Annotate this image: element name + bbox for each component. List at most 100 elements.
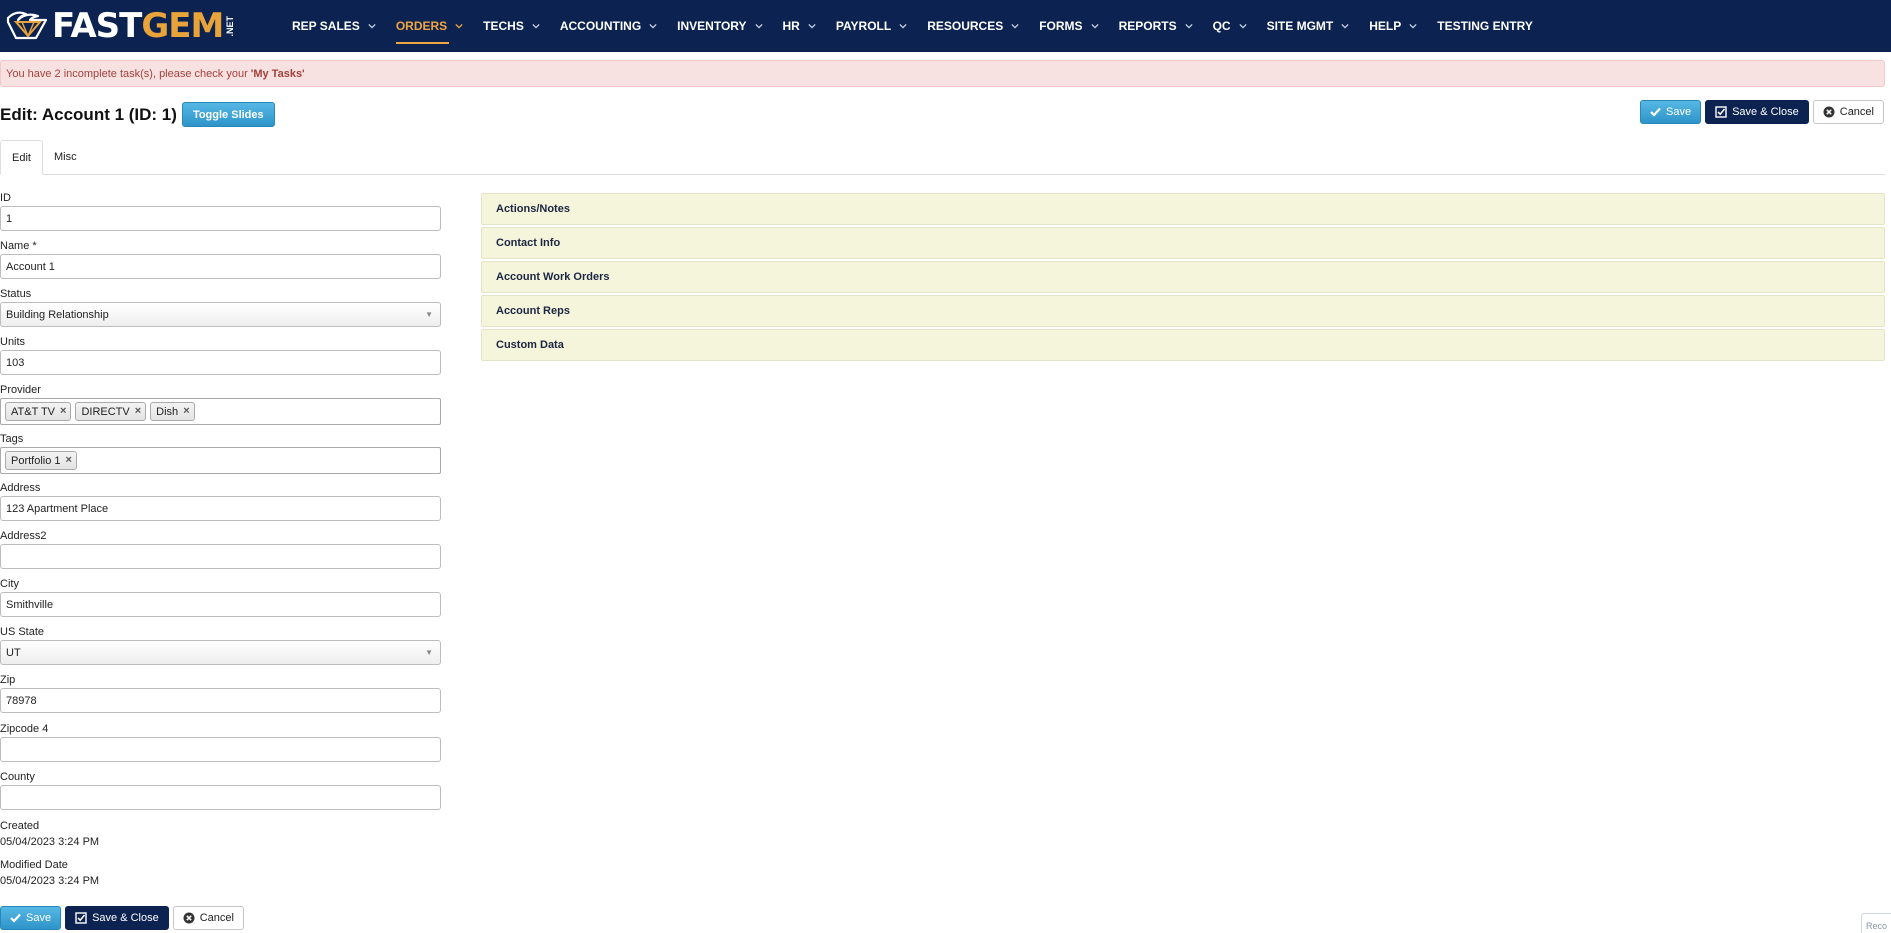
id-input[interactable]: 1 [0, 206, 441, 231]
cancel-circle-icon [183, 912, 195, 924]
nav-item-label: PAYROLL [835, 19, 892, 33]
zip4-input[interactable] [0, 737, 441, 762]
state-value: UT [6, 646, 21, 659]
chevron-down-icon [368, 23, 376, 29]
nav-item-label: RESOURCES [927, 19, 1004, 33]
title-row: Edit: Account 1 (ID: 1) Toggle Slides [0, 102, 275, 127]
detail-panels: Actions/Notes Contact Info Account Work … [481, 193, 1885, 363]
tag-chip: AT&T TV × [5, 402, 72, 421]
nav-item-site-mgmt[interactable]: SITE MGMT [1267, 0, 1350, 52]
bottom-actions: Save Save & Close Cancel [0, 906, 244, 930]
tag-chip-label: AT&T TV [11, 405, 56, 418]
nav-item-forms[interactable]: FORMS [1039, 0, 1099, 52]
tab-misc[interactable]: Misc [43, 139, 88, 174]
status-field-group: Status Building Relationship ▼ [0, 286, 441, 327]
city-label: City [0, 578, 19, 590]
tag-chip: DIRECTV × [75, 402, 147, 421]
nav-item-inventory[interactable]: INVENTORY [677, 0, 763, 52]
tag-chip-label: Dish [156, 405, 179, 418]
chevron-down-icon [808, 23, 816, 29]
cancel-label: Cancel [1839, 106, 1874, 118]
cancel-button-bottom[interactable]: Cancel [172, 906, 244, 930]
tag-chip-label: DIRECTV [81, 405, 130, 418]
chevron-down-icon [754, 23, 763, 29]
account-form: ID 1 Name * Account 1 Status Building Re… [0, 190, 441, 889]
nav-item-label: QC [1212, 19, 1231, 33]
county-field-group: County [0, 769, 441, 810]
status-value: Building Relationship [6, 308, 109, 321]
cancel-button-top[interactable]: Cancel [1812, 100, 1884, 124]
fastgem-logo[interactable]: FASTGEM .NET [0, 0, 262, 52]
county-input[interactable] [0, 785, 441, 810]
check-icon [1650, 107, 1661, 117]
flaming-gem-icon [6, 11, 48, 40]
my-tasks-link[interactable]: 'My Tasks' [251, 68, 305, 80]
nav-item-reports[interactable]: REPORTS [1119, 0, 1193, 52]
nav-item-label: REP SALES [292, 19, 360, 33]
panel-custom-data[interactable]: Custom Data [481, 329, 1885, 361]
units-input[interactable]: 103 [0, 350, 441, 375]
city-field-group: City Smithville [0, 576, 441, 617]
chevron-down-icon [1011, 23, 1019, 29]
id-field-group: ID 1 [0, 190, 441, 231]
created-field-group: Created 05/04/2023 3:24 PM [0, 818, 441, 850]
address-field-group: Address 123 Apartment Place [0, 480, 441, 521]
remove-tag-icon[interactable]: × [60, 406, 66, 417]
nav-item-hr[interactable]: HR [783, 0, 816, 52]
city-input[interactable]: Smithville [0, 592, 441, 617]
nav-item-label: INVENTORY [677, 19, 747, 33]
nav-item-accounting[interactable]: ACCOUNTING [560, 0, 657, 52]
address-input[interactable]: 123 Apartment Place [0, 496, 441, 521]
nav-item-help[interactable]: HELP [1369, 0, 1417, 52]
panel-contact-info[interactable]: Contact Info [481, 227, 1885, 259]
state-field-group: US State UT ▼ [0, 624, 441, 665]
chevron-down-icon [1409, 23, 1417, 29]
nav-item-resources[interactable]: RESOURCES [927, 0, 1019, 52]
nav-item-rep-sales[interactable]: REP SALES [292, 0, 376, 52]
nav-item-payroll[interactable]: PAYROLL [836, 0, 907, 52]
name-input[interactable]: Account 1 [0, 254, 441, 279]
chevron-down-icon [1238, 23, 1247, 29]
remove-tag-icon[interactable]: × [183, 406, 189, 417]
checkbox-checked-icon [1715, 106, 1727, 118]
recaptcha-badge[interactable]: Reco [1861, 913, 1891, 933]
nav-item-testing-entry[interactable]: TESTING ENTRY [1437, 0, 1533, 52]
nav-item-label: ORDERS [395, 19, 448, 33]
save-close-button-bottom[interactable]: Save & Close [65, 906, 169, 930]
provider-multiselect[interactable]: AT&T TV × DIRECTV × Dish × [0, 398, 441, 425]
checkbox-checked-icon [75, 912, 87, 924]
nav-item-techs[interactable]: TECHS [483, 0, 540, 52]
main-menu: REP SALES ORDERS TECHS ACCOUNTING INVENTORY H… [292, 0, 1553, 52]
dropdown-arrow-icon: ▼ [425, 648, 433, 657]
chevron-down-icon [455, 23, 463, 29]
zip-input[interactable]: 78978 [0, 688, 441, 713]
provider-label: Provider [0, 384, 41, 396]
nav-item-orders[interactable]: ORDERS [395, 0, 463, 52]
remove-tag-icon[interactable]: × [66, 455, 72, 466]
save-button-bottom[interactable]: Save [0, 906, 62, 930]
address2-label: Address2 [0, 530, 47, 542]
address2-input[interactable] [0, 544, 441, 569]
cancel-label: Cancel [199, 912, 234, 924]
save-button-top[interactable]: Save [1640, 100, 1702, 124]
nav-item-qc[interactable]: QC [1213, 0, 1247, 52]
status-select[interactable]: Building Relationship ▼ [0, 302, 441, 327]
remove-tag-icon[interactable]: × [135, 406, 141, 417]
units-label: Units [0, 336, 26, 348]
name-label: Name * [0, 240, 37, 252]
tags-multiselect[interactable]: Portfolio 1 × [0, 447, 441, 474]
alert-text: You have 2 incomplete task(s), please ch… [6, 67, 248, 80]
save-close-label: Save & Close [1732, 106, 1799, 118]
created-label: Created [0, 820, 40, 832]
state-select[interactable]: UT ▼ [0, 640, 441, 665]
nav-item-label: REPORTS [1118, 19, 1177, 33]
name-field-group: Name * Account 1 [0, 238, 441, 279]
chevron-down-icon [1341, 23, 1349, 29]
tab-edit[interactable]: Edit [0, 140, 43, 175]
provider-field-group: Provider AT&T TV × DIRECTV × Dish × [0, 382, 441, 425]
panel-account-work-orders[interactable]: Account Work Orders [481, 261, 1885, 293]
toggle-slides-button[interactable]: Toggle Slides [181, 102, 275, 127]
save-close-button-top[interactable]: Save & Close [1705, 100, 1809, 124]
panel-actions-notes[interactable]: Actions/Notes [481, 193, 1885, 225]
panel-account-reps[interactable]: Account Reps [481, 295, 1885, 327]
